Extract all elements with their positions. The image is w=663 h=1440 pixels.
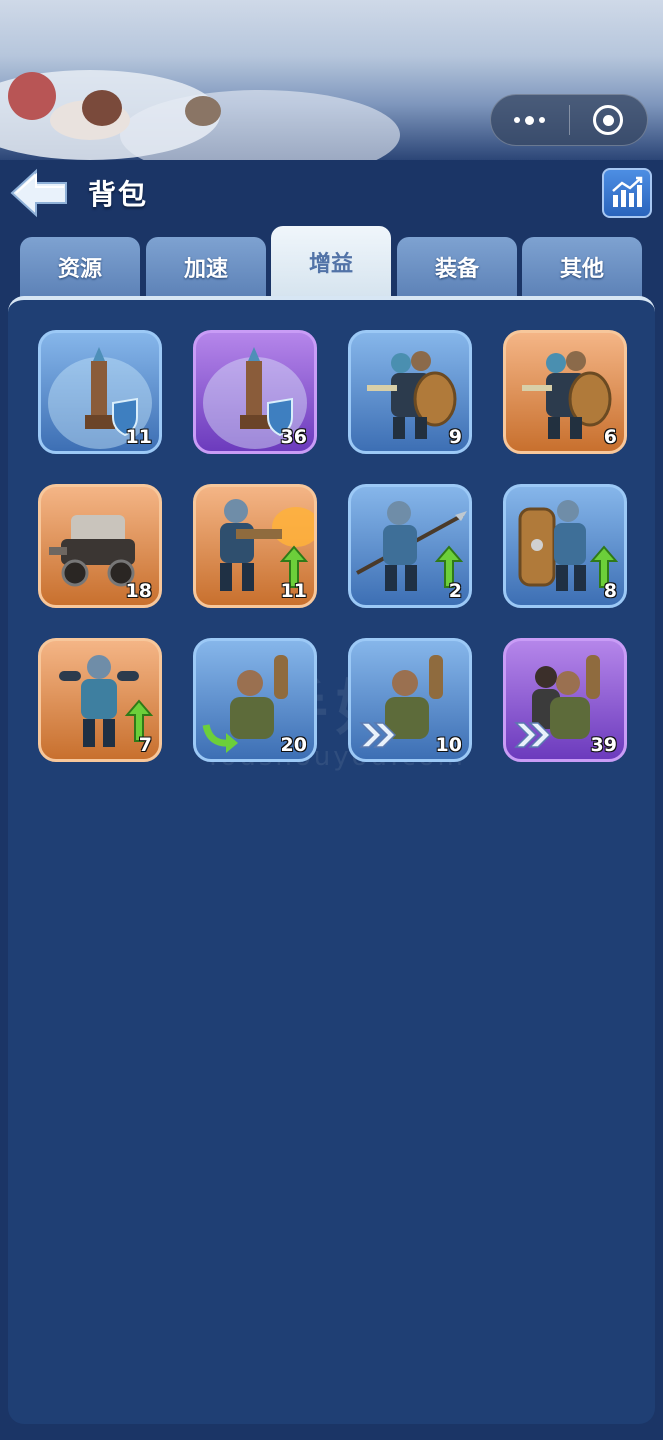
tab-equipment[interactable]: 装备 — [397, 237, 517, 297]
item-count: 7 — [138, 734, 152, 756]
item-slot[interactable]: 7 — [38, 638, 162, 762]
statistics-button[interactable] — [602, 168, 652, 218]
item-count: 39 — [590, 734, 617, 756]
item-count: 11 — [125, 426, 152, 448]
item-count: 36 — [280, 426, 307, 448]
item-slot[interactable]: 11 — [38, 330, 162, 454]
header-bar: 背包 — [0, 160, 663, 230]
item-count: 20 — [280, 734, 307, 756]
bar-chart-icon — [612, 176, 643, 207]
item-count: 10 — [435, 734, 462, 756]
item-slot[interactable]: 2 — [348, 484, 472, 608]
tab-boosts[interactable]: 增益 — [271, 226, 391, 297]
item-slot[interactable]: 8 — [503, 484, 627, 608]
item-count: 18 — [125, 580, 152, 602]
mini-program-capsule — [490, 94, 648, 146]
item-count: 8 — [603, 580, 617, 602]
target-ring-icon — [593, 105, 624, 135]
item-count: 2 — [448, 580, 462, 602]
item-slot[interactable]: 10 — [348, 638, 472, 762]
item-count: 11 — [280, 580, 307, 602]
back-button[interactable] — [8, 165, 72, 221]
category-tabs: 资源 加速 增益 装备 其他 — [20, 226, 643, 298]
more-dots-icon — [514, 115, 546, 125]
tab-other[interactable]: 其他 — [522, 237, 642, 297]
item-slot[interactable]: 9 — [348, 330, 472, 454]
close-program-button[interactable] — [570, 94, 648, 146]
item-slot[interactable]: 18 — [38, 484, 162, 608]
item-count: 9 — [448, 426, 462, 448]
inventory-panel — [8, 296, 655, 1424]
tab-speedup[interactable]: 加速 — [146, 237, 266, 297]
tab-resources[interactable]: 资源 — [20, 237, 140, 297]
more-options-button[interactable] — [491, 94, 569, 146]
item-slot[interactable]: 20 — [193, 638, 317, 762]
page-title: 背包 — [88, 178, 149, 211]
item-slot[interactable]: 6 — [503, 330, 627, 454]
back-arrow-icon — [10, 168, 67, 218]
item-slot[interactable]: 11 — [193, 484, 317, 608]
item-count: 6 — [603, 426, 617, 448]
item-slot[interactable]: 36 — [193, 330, 317, 454]
item-slot[interactable]: 39 — [503, 638, 627, 762]
